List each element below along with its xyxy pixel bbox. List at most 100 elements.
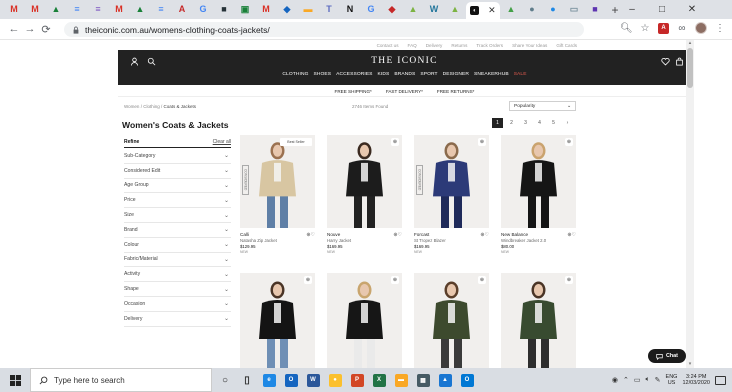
browser-tab[interactable]: ≡: [88, 2, 108, 17]
scrollbar[interactable]: ▴ ▾: [686, 40, 694, 368]
product-card[interactable]: ⊕ CONSIDERED Forcast St Tropez Blazer $169.9…: [414, 135, 489, 260]
volume-icon[interactable]: 🔈︎: [645, 376, 649, 384]
browser-tab[interactable]: ●: [543, 2, 563, 17]
breadcrumb-link[interactable]: Clothing: [143, 104, 160, 109]
category-link[interactable]: SHOES: [313, 72, 331, 77]
people-icon[interactable]: ◉: [612, 376, 618, 384]
browser-tab[interactable]: M: [25, 2, 45, 17]
product-image[interactable]: ⊕: [501, 273, 576, 368]
start-button[interactable]: [0, 368, 30, 392]
browser-tab[interactable]: ▣: [235, 2, 255, 17]
product-card[interactable]: ⊕ New Balance Windbreaker Jacket 2.0 $80.00…: [501, 135, 576, 260]
browser-tab[interactable]: W: [424, 2, 444, 17]
taskbar-app[interactable]: ▦: [414, 368, 432, 392]
product-name[interactable]: Windbreaker Jacket 2.0: [501, 238, 576, 243]
utility-link[interactable]: Gift Cards: [556, 43, 577, 48]
quick-view-icon[interactable]: ⊕: [304, 276, 312, 284]
reload-button[interactable]: ⟳: [38, 23, 54, 36]
filter-accordion[interactable]: Price ⌄: [124, 193, 231, 209]
promo-item[interactable]: FREE RETURNS*: [437, 89, 475, 94]
product-card[interactable]: ⊕: [501, 273, 576, 368]
browser-tab[interactable]: G: [361, 2, 381, 17]
category-link[interactable]: ACCESSORIES: [336, 72, 372, 77]
network-icon[interactable]: ▭: [634, 376, 641, 384]
page-link[interactable]: 5: [548, 118, 559, 128]
clear-all-link[interactable]: Clear all: [213, 139, 231, 145]
forward-button[interactable]: →: [22, 23, 38, 35]
back-button[interactable]: ←: [6, 23, 22, 35]
taskbar-app[interactable]: ▯: [238, 368, 256, 392]
pen-icon[interactable]: ✎: [655, 376, 661, 384]
quick-view-icon[interactable]: ⊕: [391, 276, 399, 284]
utility-link[interactable]: Delivery: [426, 43, 443, 48]
page-link[interactable]: 3: [520, 118, 531, 128]
product-image[interactable]: ⊕: [327, 135, 402, 228]
wishlist-heart-icon[interactable]: ♡: [485, 232, 489, 238]
maximize-button[interactable]: □: [648, 0, 676, 19]
zoom-icon[interactable]: 🔍︎: [620, 23, 633, 34]
product-image[interactable]: ⊕: [327, 273, 402, 368]
taskbar-app[interactable]: O: [282, 368, 300, 392]
shopping-bag-icon[interactable]: [675, 57, 684, 66]
menu-icon[interactable]: ⋮: [714, 23, 726, 34]
category-link[interactable]: CLOTHING: [282, 72, 308, 77]
taskbar-app[interactable]: P: [348, 368, 366, 392]
taskbar-app[interactable]: O: [458, 368, 476, 392]
product-brand[interactable]: Nouve: [327, 232, 402, 237]
minimize-button[interactable]: –: [618, 0, 646, 19]
promo-item[interactable]: FAST DELIVERY*: [386, 89, 423, 94]
taskbar-app[interactable]: X: [370, 368, 388, 392]
browser-tab[interactable]: M: [256, 2, 276, 17]
quick-view-icon[interactable]: ⊕: [391, 138, 399, 146]
quick-view-icon[interactable]: ⊕: [565, 138, 573, 146]
filter-accordion[interactable]: Brand ⌄: [124, 223, 231, 238]
utility-link[interactable]: FAQ: [408, 43, 417, 48]
wishlist-heart-icon[interactable]: ♡: [398, 232, 402, 238]
chevron-up-icon[interactable]: ⌃: [623, 376, 629, 384]
category-link[interactable]: DESIGNER: [443, 72, 469, 77]
close-window-button[interactable]: ✕: [678, 0, 706, 19]
filter-accordion[interactable]: Delivery ⌄: [124, 312, 231, 327]
browser-tab[interactable]: ●: [522, 2, 542, 17]
filter-accordion[interactable]: Age Group ⌄: [124, 179, 231, 194]
browser-tab[interactable]: A: [172, 2, 192, 17]
product-name[interactable]: Harry Jacket: [327, 238, 402, 243]
quick-view-icon[interactable]: ⊕: [478, 276, 486, 284]
utility-link[interactable]: Track Orders: [476, 43, 503, 48]
browser-tab[interactable]: ≡: [151, 2, 171, 17]
taskbar-app[interactable]: ▬: [392, 368, 410, 392]
browser-tab[interactable]: ≡: [67, 2, 87, 17]
taskbar-app[interactable]: ▲: [436, 368, 454, 392]
wishlist-heart-icon[interactable]: [661, 57, 670, 66]
product-image[interactable]: ⊕: [414, 273, 489, 368]
product-brand[interactable]: Calli: [240, 232, 315, 237]
browser-tab[interactable]: ▲: [46, 2, 66, 17]
chat-button[interactable]: Chat: [648, 349, 686, 363]
browser-tab[interactable]: N: [340, 2, 360, 17]
taskbar-search-box[interactable]: Type here to search: [30, 368, 212, 392]
filter-accordion[interactable]: Considered Edit ⌄: [124, 164, 231, 179]
product-image[interactable]: ⊕: [240, 273, 315, 368]
taskbar-app[interactable]: W: [304, 368, 322, 392]
browser-tab[interactable]: ■: [214, 2, 234, 17]
category-link[interactable]: KIDS: [378, 72, 390, 77]
notifications-icon[interactable]: [715, 375, 726, 385]
quick-view-icon[interactable]: ⊕: [478, 138, 486, 146]
category-link[interactable]: SPORT: [420, 72, 437, 77]
browser-tab[interactable]: M: [4, 2, 24, 17]
product-brand[interactable]: New Balance: [501, 232, 576, 237]
next-page-button[interactable]: ›: [562, 118, 573, 128]
page-link[interactable]: 2: [506, 118, 517, 128]
browser-tab[interactable]: M: [109, 2, 129, 17]
site-logo[interactable]: THE ICONIC: [118, 56, 691, 66]
filter-accordion[interactable]: Occasion ⌄: [124, 297, 231, 312]
browser-tab[interactable]: ■: [585, 2, 605, 17]
filter-accordion[interactable]: Activity ⌄: [124, 267, 231, 283]
promo-item[interactable]: FREE SHIPPING*: [335, 89, 372, 94]
browser-tab[interactable]: ▲: [403, 2, 423, 17]
page-link[interactable]: 4: [534, 118, 545, 128]
product-card[interactable]: ⊕ Nouve Harry Jacket $169.95 NEW ⊕♡: [327, 135, 402, 260]
taskbar-app[interactable]: ●: [326, 368, 344, 392]
filter-accordion[interactable]: Colour ⌄: [124, 238, 231, 253]
browser-tab[interactable]: ▲: [501, 2, 521, 17]
